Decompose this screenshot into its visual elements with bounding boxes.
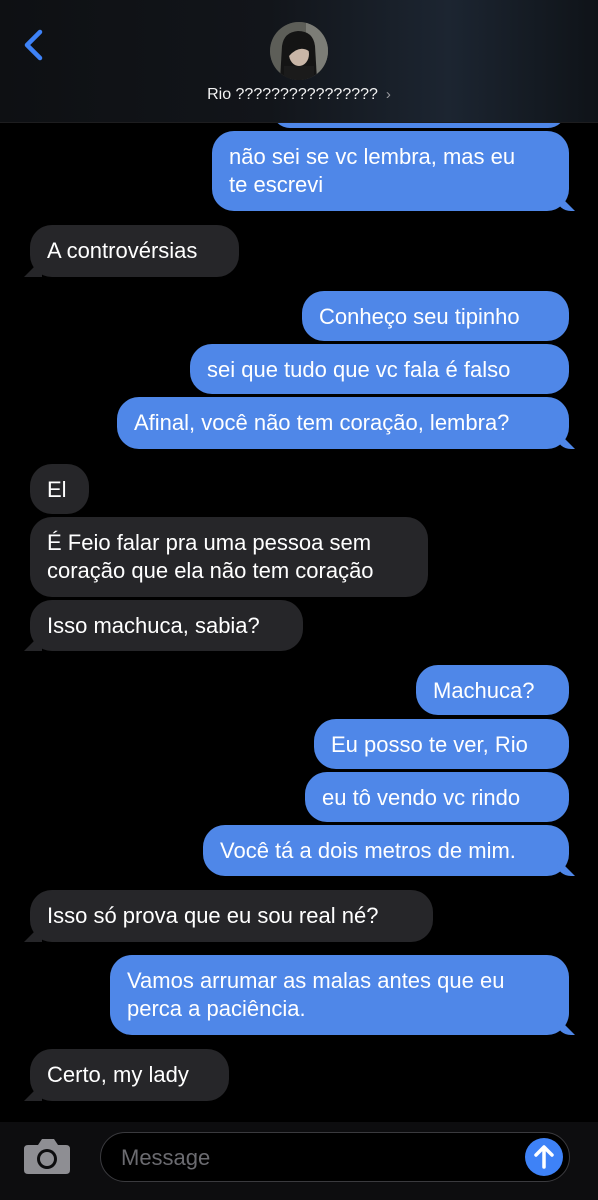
message-bubble-out[interactable]: Vamos arrumar as malas antes que eu perc… xyxy=(110,955,569,1035)
message-bubble-in[interactable]: Isso machuca, sabia? xyxy=(30,600,303,651)
message-bubble-out[interactable]: não sei se vc lembra, mas eu te escrevi xyxy=(212,131,569,211)
message-bubble-out[interactable]: Afinal, você não tem coração, lembra? xyxy=(117,397,569,449)
contact-avatar[interactable] xyxy=(270,22,328,80)
chevron-right-icon: › xyxy=(385,86,391,103)
conversation-header: Rio ???????????????? › xyxy=(0,0,598,123)
message-bubble-in[interactable]: Certo, my lady xyxy=(30,1049,229,1101)
contact-name: Rio ???????????????? xyxy=(207,86,378,103)
message-input-field[interactable] xyxy=(100,1132,570,1182)
back-button[interactable] xyxy=(18,26,52,66)
avatar-photo xyxy=(270,22,328,80)
message-bubble-in[interactable]: El xyxy=(30,464,89,514)
message-bubble-out[interactable]: sei que tudo que vc fala é falso xyxy=(190,344,569,394)
message-bubble-out[interactable]: Machuca? xyxy=(416,665,569,715)
message-bubble-out[interactable]: Você tá a dois metros de mim. xyxy=(203,825,569,876)
message-input[interactable] xyxy=(119,1142,503,1174)
arrow-up-icon xyxy=(534,1145,554,1169)
camera-button[interactable] xyxy=(22,1136,72,1176)
camera-icon xyxy=(24,1139,70,1174)
message-composer xyxy=(0,1122,598,1200)
chevron-left-icon xyxy=(24,29,43,61)
message-bubble-out[interactable]: eu tô vendo vc rindo xyxy=(305,772,569,822)
message-bubble-out[interactable]: Conheço seu tipinho xyxy=(302,291,569,341)
message-bubble-in[interactable]: A controvérsias xyxy=(30,225,239,277)
contact-name-row[interactable]: Rio ???????????????? › xyxy=(0,86,598,104)
message-bubble-out[interactable]: Eu posso te ver, Rio xyxy=(314,719,569,769)
send-button[interactable] xyxy=(525,1138,563,1176)
message-bubble-in[interactable]: Isso só prova que eu sou real né? xyxy=(30,890,433,942)
message-bubble-in[interactable]: É Feio falar pra uma pessoa sem coração … xyxy=(30,517,428,597)
